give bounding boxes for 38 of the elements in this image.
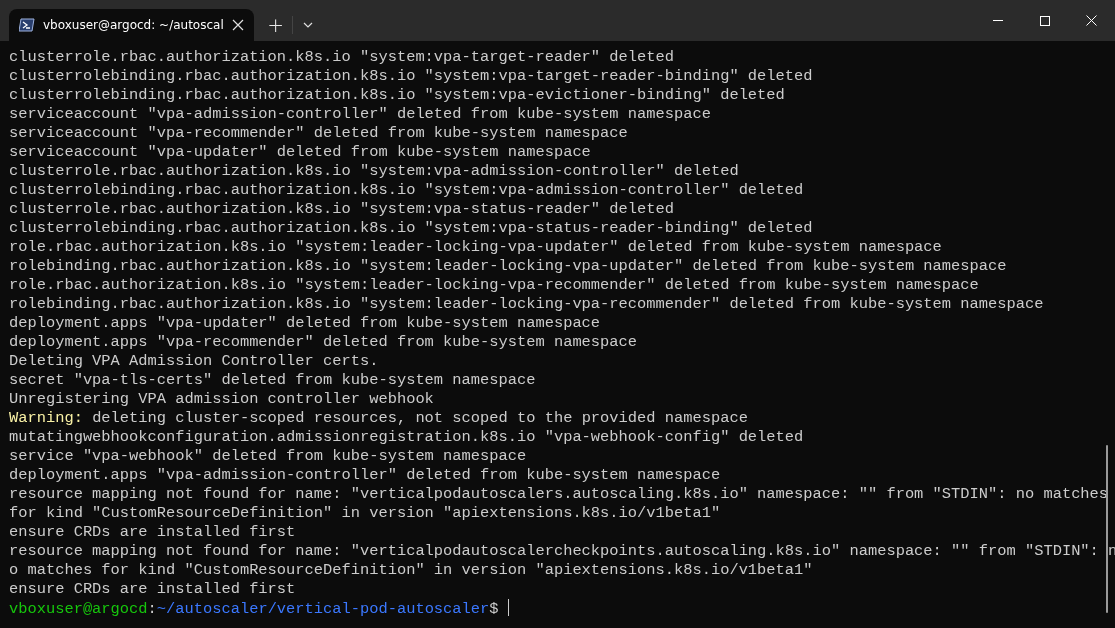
terminal-line: deployment.apps "vpa-admission-controller" deleted from kube-system namespace (9, 466, 722, 485)
shell-prompt[interactable]: vboxuser@argocd:~/autoscaler/vertical-pod-autoscaler$ (9, 599, 1115, 618)
terminal-line: clusterrole.rbac.authorization.k8s.io "system:vpa-status-reader" deleted (9, 200, 675, 219)
terminal-line: clusterrolebinding.rbac.authorization.k8s.io "system:vpa-target-reader-binding" deleted (9, 67, 814, 86)
scrollbar[interactable] (1106, 445, 1108, 613)
terminal-line: serviceaccount "vpa-updater" deleted from kube-system namespace (9, 143, 592, 162)
terminal-line: rolebinding.rbac.authorization.k8s.io "system:leader-locking-vpa-updater" deleted from kube-system namespace (9, 257, 1008, 276)
new-tab-button[interactable]: + (259, 9, 292, 41)
terminal-line: clusterrolebinding.rbac.authorization.k8s.io "system:vpa-status-reader-binding" deleted (9, 219, 814, 238)
terminal-line: ensure CRDs are installed first (9, 580, 297, 599)
warning-line: Warning: deleting cluster-scoped resources, not scoped to the provided namespace (9, 409, 749, 428)
terminal-line: clusterrole.rbac.authorization.k8s.io "system:vpa-target-reader" deleted (9, 48, 675, 67)
shell-icon (19, 18, 35, 32)
terminal-line: Unregistering VPA admission controller webhook (9, 390, 435, 409)
terminal-line: secret "vpa-tls-certs" deleted from kube-system namespace (9, 371, 537, 390)
terminal-line: service "vpa-webhook" deleted from kube-system namespace (9, 447, 528, 466)
terminal-line: deployment.apps "vpa-recommender" deleted from kube-system namespace (9, 333, 639, 352)
maximize-icon (1039, 15, 1050, 26)
terminal-line: clusterrolebinding.rbac.authorization.k8s.io "system:vpa-evictioner-binding" deleted (9, 86, 786, 105)
terminal-line: clusterrole.rbac.authorization.k8s.io "system:vpa-admission-controller" deleted (9, 162, 740, 181)
minimize-icon (992, 19, 1003, 22)
terminal-line: role.rbac.authorization.k8s.io "system:leader-locking-vpa-recommender" deleted from kube-system namespace (9, 276, 980, 295)
terminal-line: role.rbac.authorization.k8s.io "system:leader-locking-vpa-updater" deleted from kube-system namespace (9, 238, 943, 257)
terminal-line: Deleting VPA Admission Controller certs. (9, 352, 380, 371)
terminal-line: serviceaccount "vpa-recommender" deleted from kube-system namespace (9, 124, 629, 143)
terminal-line: rolebinding.rbac.authorization.k8s.io "system:leader-locking-vpa-recommender" deleted from kube-system namespace (9, 295, 1045, 314)
terminal-line: ensure CRDs are installed first (9, 523, 297, 542)
terminal-line: resource mapping not found for name: "verticalpodautoscalers.autoscaling.k8s.io" namespace: "" from "STDIN": no matches (9, 485, 1110, 504)
terminal-line: serviceaccount "vpa-admission-controller" deleted from kube-system namespace (9, 105, 712, 124)
terminal-tab[interactable]: vboxuser@argocd: ~/autoscal (9, 9, 254, 41)
terminal-line: deployment.apps "vpa-updater" deleted from kube-system namespace (9, 314, 602, 333)
close-tab-icon[interactable] (231, 19, 244, 31)
terminal-line: for kind "CustomResourceDefinition" in version "apiextensions.k8s.io/v1beta1" (9, 504, 722, 523)
terminal-line: o matches for kind "CustomResourceDefinition" in version "apiextensions.k8s.io/v1beta1" (9, 561, 814, 580)
close-icon (1086, 15, 1097, 26)
tab-title: vboxuser@argocd: ~/autoscal (43, 18, 224, 32)
terminal-line: clusterrolebinding.rbac.authorization.k8s.io "system:vpa-admission-controller" deleted (9, 181, 805, 200)
terminal-line: mutatingwebhookconfiguration.admissionregistration.k8s.io "vpa-webhook-config" deleted (9, 428, 805, 447)
